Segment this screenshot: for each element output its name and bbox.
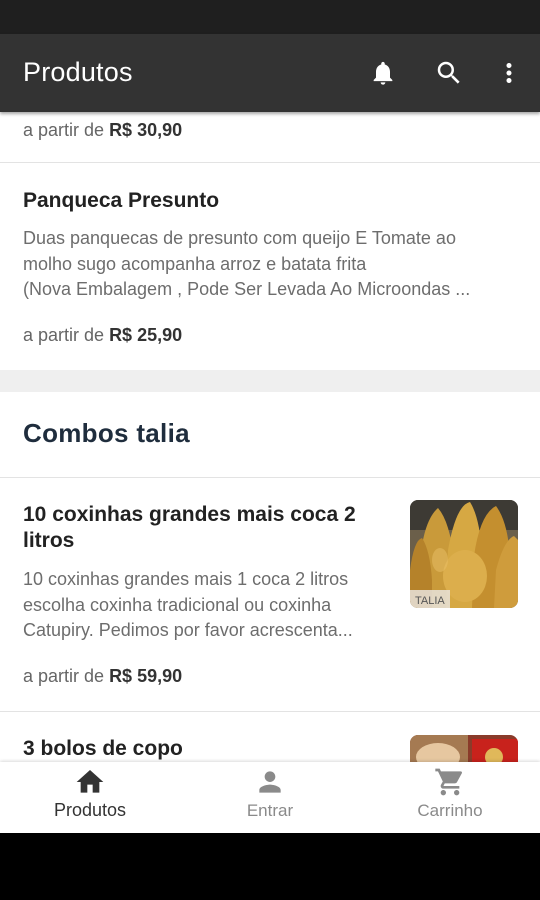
product-name-line: 10 coxinhas grandes mais coca 2 [23, 503, 356, 526]
page-title: Produtos [23, 57, 133, 87]
product-thumbnail[interactable]: TALIA [410, 500, 518, 608]
notifications-icon[interactable] [366, 56, 400, 90]
nav-carrinho[interactable]: Carrinho [360, 762, 540, 833]
system-nav-area [0, 833, 540, 900]
price-value: R$ 25,90 [109, 325, 183, 345]
nav-label: Carrinho [417, 801, 483, 820]
search-icon[interactable] [432, 56, 466, 90]
product-description-line: (Nova Embalagem , Pode Ser Levada Ao Mic… [23, 279, 471, 299]
more-options-icon[interactable] [492, 56, 526, 90]
product-description-line: escolha coxinha tradicional ou coxinha [23, 594, 332, 615]
thumbnail-caption: TALIA [415, 595, 445, 607]
price-row: a partir de R$ 30,90 [23, 120, 182, 141]
home-icon [74, 766, 106, 798]
price-row: a partir de R$ 59,90 [23, 666, 182, 687]
status-bar [0, 0, 540, 34]
nav-entrar[interactable]: Entrar [180, 762, 360, 833]
price-prefix: a partir de [23, 120, 105, 140]
price-prefix: a partir de [23, 666, 105, 686]
product-description-line: Catupiry. Pedimos por favor acrescenta..… [23, 620, 353, 640]
section-separator [0, 370, 540, 392]
section-title: Combos talia [23, 418, 190, 448]
divider [0, 711, 540, 712]
person-icon [254, 766, 286, 798]
cart-icon [434, 766, 466, 798]
divider [0, 162, 540, 163]
price-value: R$ 30,90 [109, 120, 183, 140]
nav-label: Produtos [53, 800, 127, 820]
price-row: a partir de R$ 25,90 [23, 325, 182, 346]
product-description-line: Duas panquecas de presunto com queijo E … [23, 228, 456, 248]
product-name: 3 bolos de copo [23, 737, 183, 760]
price-prefix: a partir de [23, 325, 105, 345]
nav-label: Entrar [246, 801, 294, 820]
product-description-line: 10 coxinhas grandes mais 1 coca 2 litros [23, 569, 349, 589]
app-bar: Produtos [0, 34, 540, 112]
product-thumbnail[interactable] [410, 735, 518, 762]
product-name: Panqueca Presunto [23, 189, 220, 212]
price-value: R$ 59,90 [109, 666, 183, 686]
nav-produtos[interactable]: Produtos [0, 762, 180, 833]
bottom-navigation: Produtos Entrar Carrinho [0, 762, 540, 833]
divider [0, 477, 540, 478]
product-list[interactable]: a partir de R$ 30,90 Panqueca Presunto D… [0, 112, 540, 762]
product-description-line: molho sugo acompanha arroz e batata frit… [23, 253, 367, 274]
product-name-line: litros [23, 529, 75, 552]
